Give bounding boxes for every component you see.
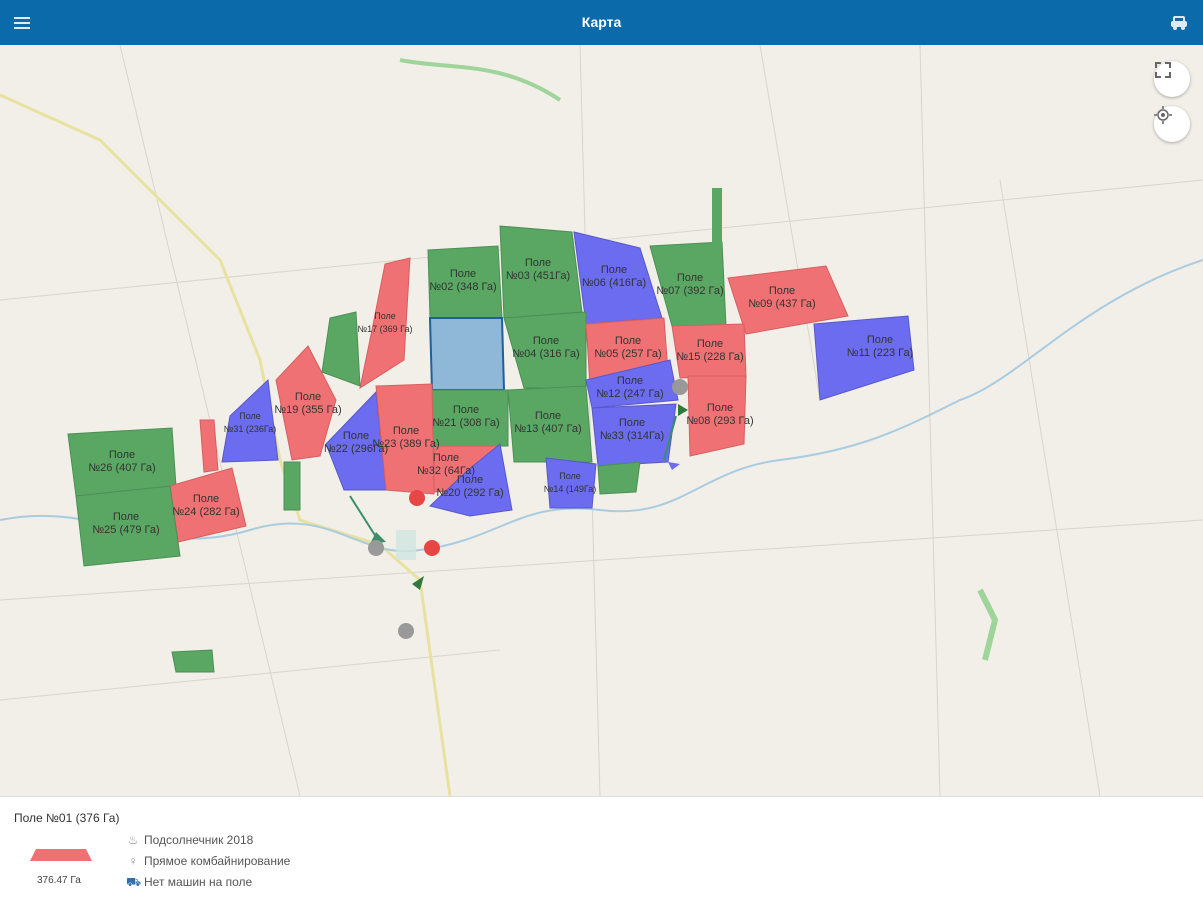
- field-area: 376.47 Га: [37, 875, 81, 886]
- fullscreen-button[interactable]: [1154, 61, 1190, 97]
- field-02-label: Поле №02 (348 Га): [429, 268, 497, 293]
- page-title: Карта: [581, 14, 622, 30]
- top-app-bar: Карта: [0, 0, 1203, 45]
- field-23-label: Поле №23 (389 Га): [372, 425, 440, 450]
- field-20-label: Поле №20 (292 Га): [436, 474, 504, 499]
- method-text: Прямое комбайнирование: [144, 854, 291, 868]
- field-04-label: Поле №04 (316 Га): [512, 335, 580, 360]
- fields-layer: [67, 188, 915, 673]
- alert-marker[interactable]: [409, 490, 425, 506]
- field-11-label: Поле №11 (223 Га): [846, 334, 914, 359]
- alert-marker[interactable]: [424, 540, 440, 556]
- field-06-label: Поле №06 (416Га): [581, 264, 647, 289]
- vehicle-marker[interactable]: [398, 623, 414, 639]
- field-small-green-1[interactable]: [321, 311, 361, 387]
- field-17-label: Поле №17 (369 Га): [357, 311, 413, 334]
- field-07-label: Поле №07 (392 Га): [656, 272, 724, 297]
- car-icon[interactable]: [1169, 14, 1189, 32]
- field-07-strip[interactable]: [712, 188, 722, 244]
- field-08-label: Поле №08 (293 Га): [686, 402, 754, 427]
- field-small-green-4[interactable]: [171, 649, 215, 673]
- field-21-label: Поле №21 (308 Га): [432, 404, 500, 429]
- vehicle-arrow-icon[interactable]: [668, 462, 680, 470]
- field-33-label: Поле №33 (314Га): [599, 417, 665, 442]
- machines-text: Нет машин на поле: [144, 875, 253, 889]
- field-03-label: Поле №03 (451Га): [505, 257, 571, 282]
- field-info-panel: Поле №01 (376 Га) 376.47 Га ♨ Подсолнечни…: [0, 796, 1203, 901]
- field-01-shape[interactable]: [428, 317, 506, 391]
- field-19-label: Поле №19 (355 Га): [274, 391, 342, 416]
- machines-row: ⛟ Нет машин на поле: [126, 875, 252, 891]
- tractor-icon: ⛟: [126, 875, 142, 889]
- field-shape-thumbnail: [30, 849, 92, 861]
- field-15-label: Поле №15 (228 Га): [676, 338, 744, 363]
- crop-text: Подсолнечник 2018: [144, 833, 254, 847]
- vehicle-marker[interactable]: [368, 540, 384, 556]
- field-24-label: Поле №24 (282 Га): [172, 493, 240, 518]
- field-26-label: Поле №26 (407 Га): [88, 449, 156, 474]
- field-25-label: Поле №25 (479 Га): [92, 511, 160, 536]
- crop-icon: ♨: [127, 833, 139, 847]
- pond: [977, 588, 999, 661]
- crosshair-icon: [1154, 106, 1172, 124]
- field-09-label: Поле №09 (437 Га): [748, 285, 816, 310]
- field-13-label: Поле №13 (407 Га): [514, 410, 582, 435]
- map-view[interactable]: Поле №02 (348 Га) Поле №03 (451Га) Поле №06…: [0, 45, 1203, 796]
- harvest-method-icon: ♀: [128, 854, 138, 868]
- method-row: ♀ Прямое комбайнирование: [126, 854, 291, 868]
- crop-row: ♨ Подсолнечник 2018: [126, 833, 254, 847]
- field-small-green-2[interactable]: [597, 461, 641, 495]
- field-05-label: Поле №05 (257 Га): [594, 335, 662, 360]
- river-bank: [399, 58, 562, 102]
- village: [396, 530, 416, 560]
- my-location-button[interactable]: [1154, 106, 1190, 142]
- field-small-green-3[interactable]: [283, 461, 301, 511]
- field-31-label: Поле №31 (236Га): [223, 411, 277, 434]
- field-small-red[interactable]: [199, 419, 219, 473]
- field-14-label: Поле №14 (149Га): [543, 471, 597, 494]
- fullscreen-icon: [1155, 62, 1171, 78]
- field-title: Поле №01 (376 Га): [14, 811, 120, 825]
- field-12-label: Поле №12 (247 Га): [596, 375, 664, 400]
- vehicle-marker[interactable]: [672, 379, 688, 395]
